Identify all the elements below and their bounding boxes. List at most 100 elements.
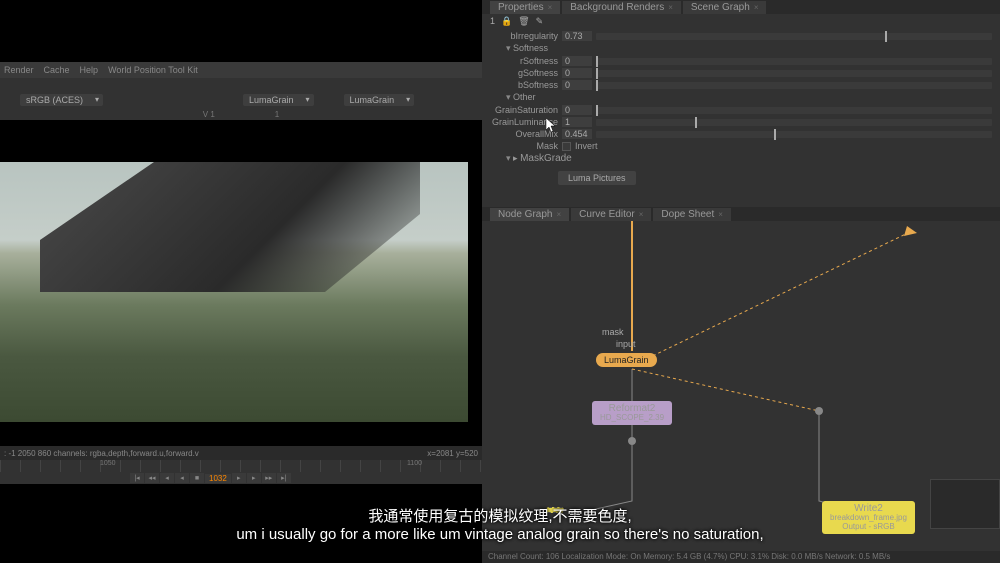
view-label-left: V 1: [203, 110, 215, 119]
node-graph-canvas[interactable]: mask input LumaGrain Reformat2 HD_SCOPE_…: [482, 221, 1000, 541]
invert-label: Invert: [575, 141, 598, 151]
transport-controls: |◂ ◂◂ ◂ ◂ ■ 1032 ▸ ▸ ▸▸ ▸|: [0, 472, 482, 484]
properties-tabbar: Properties× Background Renders× Scene Gr…: [482, 0, 1000, 14]
tab-properties[interactable]: Properties×: [490, 1, 560, 14]
section-other[interactable]: Other: [490, 91, 992, 104]
section-softness[interactable]: Softness: [490, 42, 992, 55]
edit-icon[interactable]: ✎: [536, 16, 544, 27]
node-write-left[interactable]: [546, 507, 564, 513]
right-panel: Properties× Background Renders× Scene Gr…: [482, 0, 1000, 563]
param-grainluminance: GrainLuminance 1: [490, 116, 992, 128]
viewer-statusbar: : -1 2050 860 channels: rgba,depth,forwa…: [0, 446, 482, 460]
node-subtitle: HD_SCOPE_2.39: [600, 414, 664, 423]
param-bsoftness: bSoftness 0: [490, 79, 992, 91]
close-icon[interactable]: ×: [754, 3, 759, 12]
timeline-ruler[interactable]: [0, 460, 482, 472]
properties-toolbar: 1 🔒 🗑 ✎: [482, 14, 1000, 28]
param-slider[interactable]: [596, 107, 992, 114]
toolbar-row3: V 1 1: [0, 108, 482, 120]
menu-wpt[interactable]: World Position Tool Kit: [108, 65, 198, 75]
clear-icon[interactable]: 🗑: [518, 16, 529, 27]
node-wires: [482, 221, 1000, 541]
nodegraph-minimap[interactable]: [930, 479, 1000, 529]
param-label: bIrregularity: [490, 31, 558, 41]
param-overallmix: OverallMix 0.454: [490, 128, 992, 140]
param-label: bSoftness: [490, 80, 558, 90]
node-mask-label: mask: [602, 327, 624, 337]
tab-nodegraph[interactable]: Node Graph×: [490, 208, 569, 221]
viewer-image[interactable]: [0, 162, 468, 422]
param-value-field[interactable]: 0: [562, 105, 592, 115]
tab-scenegraph[interactable]: Scene Graph×: [683, 1, 767, 14]
node-a-dropdown[interactable]: LumaGrain: [243, 94, 314, 106]
last-frame-button[interactable]: ▸|: [277, 473, 291, 483]
param-label: gSoftness: [490, 68, 558, 78]
timeline: |◂ ◂◂ ◂ ◂ ■ 1032 ▸ ▸ ▸▸ ▸|: [0, 460, 482, 484]
close-icon[interactable]: ×: [556, 210, 561, 219]
next-frame-button[interactable]: ▸: [247, 473, 261, 483]
next-key-button[interactable]: ▸▸: [262, 473, 276, 483]
close-icon[interactable]: ×: [668, 3, 673, 12]
param-label: GrainSaturation: [490, 105, 558, 115]
play-back-button[interactable]: ◂: [175, 473, 189, 483]
first-frame-button[interactable]: |◂: [130, 473, 144, 483]
graph-tabbar: Node Graph× Curve Editor× Dope Sheet×: [482, 207, 1000, 221]
param-label: rSoftness: [490, 56, 558, 66]
close-icon[interactable]: ×: [718, 210, 723, 219]
param-slider[interactable]: [596, 82, 992, 89]
param-value-field[interactable]: 0: [562, 56, 592, 66]
param-slider[interactable]: [596, 131, 992, 138]
param-slider[interactable]: [596, 70, 992, 77]
node-b-dropdown[interactable]: LumaGrain: [344, 94, 415, 106]
close-icon[interactable]: ×: [639, 210, 644, 219]
current-frame-field[interactable]: 1032: [205, 474, 231, 483]
node-input-label: input: [616, 339, 636, 349]
lumapictures-button[interactable]: Luma Pictures: [558, 171, 636, 185]
lock-icon[interactable]: 🔒: [501, 16, 512, 27]
menu-render[interactable]: Render: [4, 65, 34, 75]
node-write2[interactable]: Write2 breakdown_frame.jpg Output - sRGB: [822, 501, 915, 534]
tab-dopesheet[interactable]: Dope Sheet×: [653, 208, 731, 221]
param-grainsaturation: GrainSaturation 0: [490, 104, 992, 116]
tab-curveeditor[interactable]: Curve Editor×: [571, 208, 651, 221]
param-value-field[interactable]: 1: [562, 117, 592, 127]
tab-bgrenders[interactable]: Background Renders×: [562, 1, 681, 14]
param-mask: Mask Invert: [490, 140, 992, 152]
param-value-field[interactable]: 0: [562, 68, 592, 78]
colorspace-dropdown[interactable]: sRGB (ACES): [20, 94, 103, 106]
param-birregularity: bIrregularity 0.73: [490, 30, 992, 42]
param-value-field[interactable]: 0.454: [562, 129, 592, 139]
menu-cache[interactable]: Cache: [44, 65, 70, 75]
param-slider[interactable]: [596, 33, 992, 40]
view-label-right: 1: [275, 110, 279, 119]
status-coords: x=2081 y=520: [427, 449, 478, 458]
viewer-top-black: [0, 0, 482, 62]
node-reformat2[interactable]: Reformat2 HD_SCOPE_2.39: [592, 401, 672, 425]
status-footer: Channel Count: 106 Localization Mode: On…: [482, 551, 1000, 563]
menubar: Render Cache Help World Position Tool Ki…: [0, 62, 482, 78]
section-maskgrade[interactable]: ▸ MaskGrade: [490, 152, 992, 165]
param-label: OverallMix: [490, 129, 558, 139]
menu-help[interactable]: Help: [80, 65, 99, 75]
toolbar-row1: [0, 78, 482, 92]
param-slider[interactable]: [596, 119, 992, 126]
status-channels: : -1 2050 860 channels: rgba,depth,forwa…: [4, 449, 199, 458]
param-label: Mask: [490, 141, 558, 151]
param-label: GrainLuminance: [490, 117, 558, 127]
param-gsoftness: gSoftness 0: [490, 67, 992, 79]
close-icon[interactable]: ×: [548, 3, 553, 12]
node-subtitle2: Output - sRGB: [830, 523, 907, 532]
mask-checkbox[interactable]: [562, 142, 571, 151]
play-button[interactable]: ▸: [232, 473, 246, 483]
prev-key-button[interactable]: ◂◂: [145, 473, 159, 483]
param-value-field[interactable]: 0.73: [562, 31, 592, 41]
node-lumagrain[interactable]: LumaGrain: [596, 353, 657, 367]
prev-frame-button[interactable]: ◂: [160, 473, 174, 483]
param-value-field[interactable]: 0: [562, 80, 592, 90]
toolbar-row2: sRGB (ACES) LumaGrain LumaGrain: [0, 92, 482, 108]
param-rsoftness: rSoftness 0: [490, 55, 992, 67]
stop-button[interactable]: ■: [190, 473, 204, 483]
panel-count: 1: [490, 16, 495, 26]
viewer-letterbox-bottom: [0, 422, 482, 446]
param-slider[interactable]: [596, 58, 992, 65]
